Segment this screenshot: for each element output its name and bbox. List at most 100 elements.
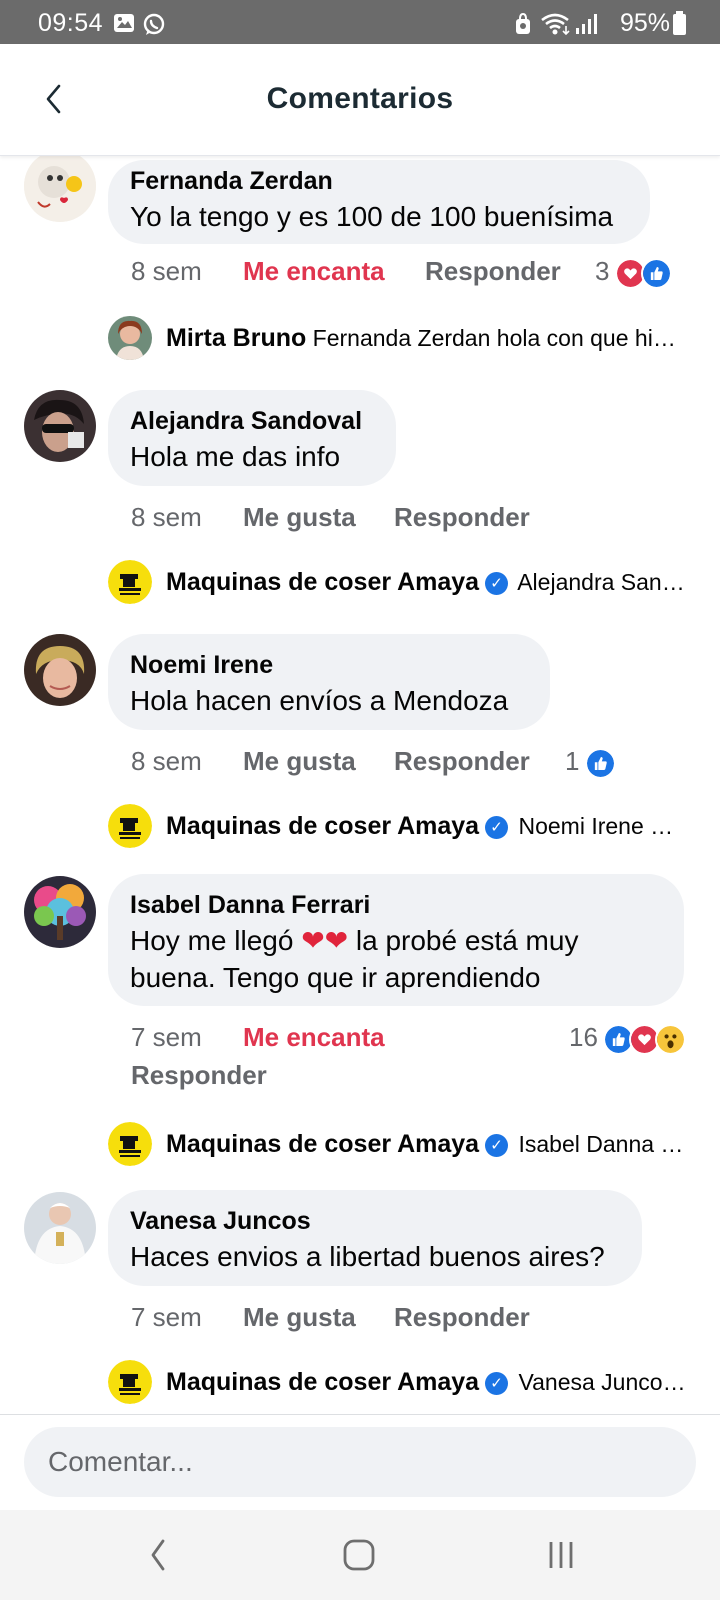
battery-icon [673,11,686,35]
amaya-logo-icon [108,560,152,604]
comment-time: 8 sem [131,746,202,776]
avatar-image [24,876,96,948]
comment-input[interactable] [24,1427,696,1497]
reply-button[interactable]: Responder [394,1302,530,1333]
reply-preview[interactable]: Maquinas de coser Amaya ✓ Noemi Irene Hol… [108,804,698,850]
verified-badge-icon: ✓ [485,816,509,839]
comment-author[interactable]: Isabel Danna Ferrari [130,888,662,922]
comment-actions-wrap: Responder [131,1060,431,1096]
reply-text: Isabel Danna Ferrari [518,1131,686,1157]
comment-author[interactable]: Vanesa Juncos [130,1204,620,1238]
comment-time: 8 sem [131,502,202,532]
avatar-image [108,316,152,360]
comments-list[interactable]: Fernanda Zerdan Yo la tengo y es 100 de … [0,156,720,1414]
like-button[interactable]: Me gusta [243,1302,356,1333]
reply-author[interactable]: Maquinas de coser Amaya [166,1368,479,1396]
bag-icon [516,13,530,34]
nav-recents-button[interactable] [536,1532,586,1578]
reply-text: Vanesa Juncos hola [518,1369,686,1395]
avatar-image [24,156,96,222]
nav-back-button[interactable] [134,1532,184,1578]
reply-author[interactable]: Maquinas de coser Amaya [166,568,479,596]
reaction-summary[interactable]: 1 [565,746,625,780]
comment-text: Yo la tengo y es 100 de 100 buenísima [130,201,614,232]
reply-preview[interactable]: Maquinas de coser Amaya ✓ Alejandra Sando… [108,560,698,606]
comment-text: Hola me das info [130,441,341,472]
status-bar: 09:54 95% [0,0,720,44]
avatar[interactable] [24,156,96,222]
reply-author[interactable]: Mirta Bruno [166,324,306,352]
header: Comentarios [0,44,720,156]
comment-bubble[interactable]: Isabel Danna Ferrari Hoy me llegó ❤❤ la … [108,874,684,1006]
reply-line: Maquinas de coser Amaya ✓ Isabel Danna Fe… [166,1130,686,1159]
avatar-image [24,390,96,462]
reply-avatar[interactable] [108,560,152,604]
reply-button[interactable]: Responder [425,256,561,287]
reply-line: Maquinas de coser Amaya ✓ Alejandra Sando… [166,568,686,597]
whatsapp-icon [143,13,165,35]
comment-actions: 7 sem Me gusta Responder [131,1302,631,1338]
reply-text: Alejandra Sandoval hola [517,569,686,595]
reaction-count: 3 [595,256,610,286]
comment-text: Hoy me llegó ❤❤ la probé está muy buena.… [130,925,579,993]
comment-author[interactable]: Fernanda Zerdan [130,164,628,198]
reply-avatar[interactable] [108,1122,152,1166]
comment-bubble[interactable]: Alejandra Sandoval Hola me das info [108,390,396,486]
avatar[interactable] [24,634,96,706]
reply-author[interactable]: Maquinas de coser Amaya [166,812,479,840]
battery-percent: 95% [619,9,670,37]
reply-avatar[interactable] [108,804,152,848]
comment-actions: 8 sem Me gusta Responder 1 [131,746,691,782]
page-title: Comentarios [266,82,454,115]
avatar[interactable] [24,390,96,462]
reply-preview[interactable]: Maquinas de coser Amaya ✓ Isabel Danna Fe… [108,1122,698,1168]
reaction-count: 16 [569,1022,598,1052]
like-icon [585,748,616,779]
nav-back-icon [151,1539,165,1571]
comment-time: 7 sem [131,1302,202,1332]
avatar[interactable] [24,1192,96,1264]
avatar[interactable] [24,876,96,948]
like-button[interactable]: Me gusta [243,502,356,533]
reaction-summary[interactable]: 3 [595,256,685,290]
comment-bubble[interactable]: Fernanda Zerdan Yo la tengo y es 100 de … [108,160,650,244]
comment-author[interactable]: Alejandra Sandoval [130,404,374,438]
reply-button[interactable]: Responder [394,746,530,777]
avatar-image [24,634,96,706]
verified-badge-icon: ✓ [485,1134,509,1157]
react-button[interactable]: Me encanta [243,256,385,287]
reply-preview[interactable]: Maquinas de coser Amaya ✓ Vanesa Juncos h… [108,1360,698,1406]
reply-text: Fernanda Zerdan hola con que hice el ped… [312,325,686,351]
signal-icon [576,14,597,34]
avatar-image [24,1192,96,1264]
comment-actions: 8 sem Me gusta Responder [131,502,631,538]
reply-avatar[interactable] [108,1360,152,1404]
comment-composer [0,1414,720,1510]
wifi-icon [541,13,570,35]
reply-text: Noemi Irene Hola [518,813,686,839]
like-button[interactable]: Me gusta [243,746,356,777]
comment-bubble[interactable]: Noemi Irene Hola hacen envíos a Mendoza [108,634,550,730]
reply-button[interactable]: Responder [394,502,530,533]
nav-home-button[interactable] [334,1532,384,1578]
reply-line: Maquinas de coser Amaya ✓ Vanesa Juncos h… [166,1368,686,1397]
reply-author[interactable]: Maquinas de coser Amaya [166,1130,479,1158]
nav-home-icon [343,1539,375,1571]
reply-preview[interactable]: Mirta Bruno Fernanda Zerdan hola con que… [108,316,698,362]
amaya-logo-icon [108,1122,152,1166]
reply-avatar[interactable] [108,316,152,360]
react-button[interactable]: Me encanta [243,1022,385,1053]
reaction-count: 1 [565,746,580,776]
reply-button[interactable]: Responder [131,1060,267,1091]
verified-badge-icon: ✓ [485,1372,509,1395]
verified-badge-icon: ✓ [485,572,509,595]
reaction-summary[interactable]: 16 [569,1022,689,1056]
heart-emoji: ❤❤ [301,925,349,956]
comment-bubble[interactable]: Vanesa Juncos Haces envios a libertad bu… [108,1190,642,1286]
reply-line: Mirta Bruno Fernanda Zerdan hola con que… [166,324,686,353]
gallery-icon [114,14,134,32]
comment-time: 8 sem [131,256,202,286]
comment-author[interactable]: Noemi Irene [130,648,528,682]
like-icon [641,258,672,289]
status-time: 09:54 [38,9,104,37]
